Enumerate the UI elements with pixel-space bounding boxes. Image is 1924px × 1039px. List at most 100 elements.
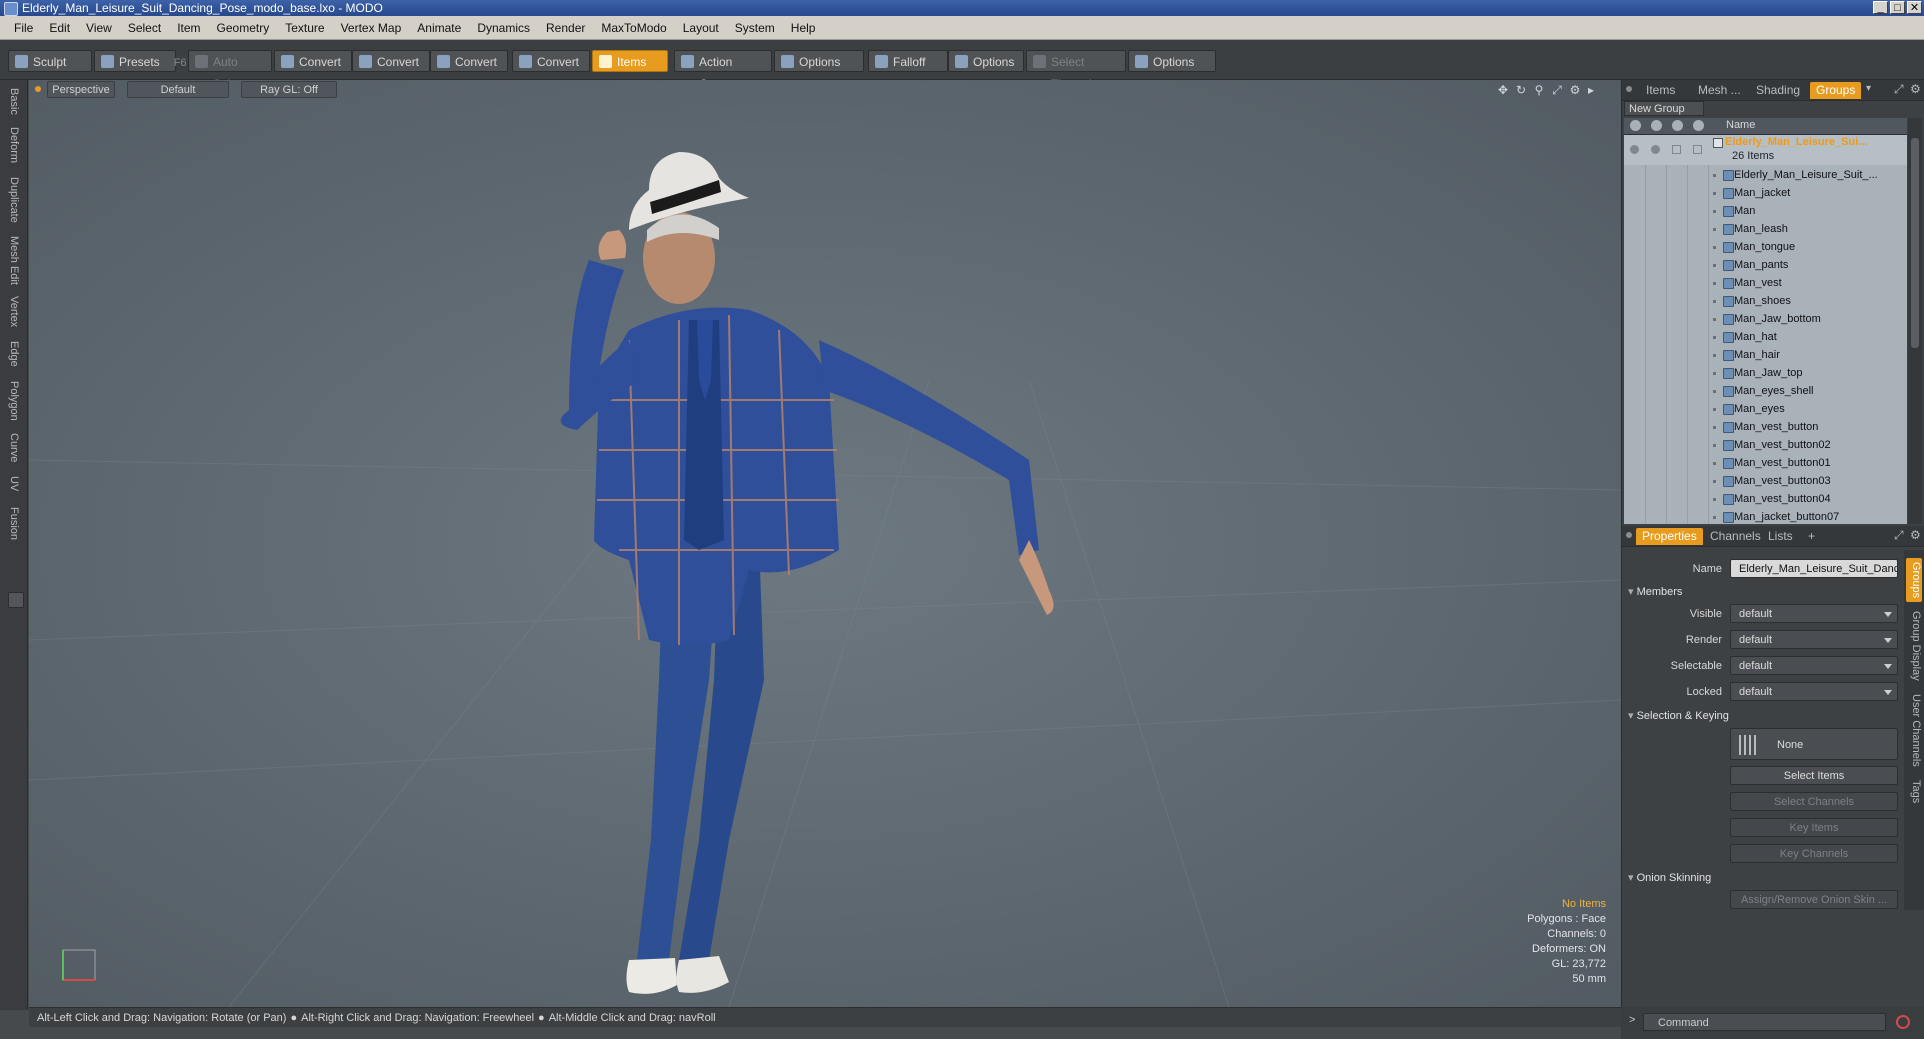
lock-column-icon[interactable] xyxy=(1672,120,1683,131)
tab-vertex[interactable]: Vertex xyxy=(4,292,24,332)
auto-select-button[interactable]: Auto Select xyxy=(188,50,272,91)
list-item[interactable]: Man_Jaw_bottom xyxy=(1624,310,1907,328)
list-item[interactable]: Man_vest_button03 xyxy=(1624,472,1907,490)
list-item[interactable]: Man_vest xyxy=(1624,274,1907,292)
visibility-column-icon[interactable] xyxy=(1630,120,1641,131)
side-tab-user-channels[interactable]: User Channels xyxy=(1906,692,1922,768)
panel-menu-dot[interactable] xyxy=(1626,532,1632,538)
sculpt-button[interactable]: Sculpt xyxy=(8,50,92,72)
tab-deform[interactable]: Deform xyxy=(4,124,24,166)
tab-curve[interactable]: Curve xyxy=(4,430,24,466)
tab-mesh[interactable]: Mesh ... xyxy=(1692,82,1747,99)
select-through-button[interactable]: Select Through xyxy=(1026,50,1126,91)
name-column-header[interactable]: Name xyxy=(1726,119,1755,131)
menu-help[interactable]: Help xyxy=(783,16,824,40)
panel-expand-icon[interactable]: ⤢ xyxy=(1894,528,1904,543)
scrollbar-thumb[interactable] xyxy=(1911,138,1919,348)
list-item[interactable]: Man_hair xyxy=(1624,346,1907,364)
list-item[interactable]: Man_eyes_shell xyxy=(1624,382,1907,400)
3d-viewport[interactable]: Perspective Default Ray GL: Off ✥ ↻ ⚲ ⤢ … xyxy=(29,80,1621,1007)
add-tab-button[interactable]: + xyxy=(1802,528,1821,545)
convert-button-1[interactable]: Convert xyxy=(274,50,352,72)
select-items-button[interactable]: Select Items xyxy=(1730,766,1898,785)
convert-button-2[interactable]: Convert xyxy=(352,50,430,72)
minimize-button[interactable]: _ xyxy=(1873,1,1888,14)
name-field[interactable]: Elderly_Man_Leisure_Suit_Dancir xyxy=(1730,559,1898,578)
falloff-button[interactable]: Falloff xyxy=(868,50,948,72)
action-center-options-button[interactable]: Options xyxy=(774,50,864,72)
convert-button-3[interactable]: Convert xyxy=(430,50,508,72)
menu-texture[interactable]: Texture xyxy=(277,16,332,40)
lock-toggle[interactable] xyxy=(1672,145,1681,154)
side-tab-group-display[interactable]: Group Display xyxy=(1906,608,1922,684)
list-item[interactable]: Man_vest_button01 xyxy=(1624,454,1907,472)
tab-groups[interactable]: Groups xyxy=(1810,82,1862,99)
menu-select[interactable]: Select xyxy=(120,16,169,40)
tabs-dropdown-icon[interactable]: ▾ xyxy=(1866,83,1871,94)
list-item[interactable]: Man xyxy=(1624,202,1907,220)
menu-render[interactable]: Render xyxy=(538,16,593,40)
select-channels-button[interactable]: Select Channels xyxy=(1730,792,1898,811)
selection-keying-section[interactable]: Selection & Keying xyxy=(1628,709,1729,722)
list-item[interactable]: Man_leash xyxy=(1624,220,1907,238)
tab-shading[interactable]: Shading xyxy=(1750,82,1806,99)
tab-duplicate[interactable]: Duplicate xyxy=(4,174,24,226)
selection-set-none-button[interactable]: None xyxy=(1730,728,1898,760)
locked-dropdown[interactable]: default xyxy=(1730,682,1898,701)
maximize-button[interactable]: □ xyxy=(1890,1,1905,14)
list-item[interactable]: Man_vest_button04 xyxy=(1624,490,1907,508)
groups-list-scrollbar[interactable] xyxy=(1908,118,1922,524)
groups-list[interactable]: Elderly_Man_Leisure_Sui... 26 Items Elde… xyxy=(1624,135,1907,524)
tab-items[interactable]: Items xyxy=(1640,82,1681,99)
panel-expand-icon[interactable]: ⤢ xyxy=(1894,82,1904,97)
render-column-icon[interactable] xyxy=(1651,120,1662,131)
panel-settings-icon[interactable]: ⚙ xyxy=(1910,82,1921,96)
selectable-dropdown[interactable]: default xyxy=(1730,656,1898,675)
side-tab-tags[interactable]: Tags xyxy=(1906,776,1922,808)
onion-skinning-section[interactable]: Onion Skinning xyxy=(1628,871,1712,884)
list-item[interactable]: Man_eyes xyxy=(1624,400,1907,418)
command-input[interactable]: Command xyxy=(1643,1013,1886,1031)
close-button[interactable]: ✕ xyxy=(1907,1,1922,14)
tab-edge[interactable]: Edge xyxy=(4,336,24,372)
menu-vertex-map[interactable]: Vertex Map xyxy=(333,16,410,40)
record-macro-icon[interactable] xyxy=(1896,1015,1910,1029)
tab-properties[interactable]: Properties xyxy=(1636,528,1703,545)
select-through-options-button[interactable]: Options xyxy=(1128,50,1216,72)
list-item[interactable]: Man_vest_button xyxy=(1624,418,1907,436)
menu-dynamics[interactable]: Dynamics xyxy=(469,16,538,40)
key-channels-button[interactable]: Key Channels xyxy=(1730,844,1898,863)
tab-polygon[interactable]: Polygon xyxy=(4,378,24,424)
key-items-button[interactable]: Key Items xyxy=(1730,818,1898,837)
visible-dropdown[interactable]: default xyxy=(1730,604,1898,623)
panel-menu-dot[interactable] xyxy=(1626,86,1632,92)
menu-maxtomodo[interactable]: MaxToModo xyxy=(593,16,674,40)
select-toggle[interactable] xyxy=(1693,145,1702,154)
tab-mesh-edit[interactable]: Mesh Edit xyxy=(4,232,24,288)
menu-layout[interactable]: Layout xyxy=(675,16,727,40)
list-item[interactable]: Man_vest_button02 xyxy=(1624,436,1907,454)
eye-icon[interactable] xyxy=(1630,145,1639,154)
list-item[interactable]: Man_Jaw_top xyxy=(1624,364,1907,382)
assign-onion-skin-button[interactable]: Assign/Remove Onion Skin ... xyxy=(1730,890,1898,909)
new-group-button[interactable]: New Group xyxy=(1624,101,1704,116)
menu-system[interactable]: System xyxy=(727,16,783,40)
list-item[interactable]: Man_jacket xyxy=(1624,184,1907,202)
menu-file[interactable]: File xyxy=(0,16,41,40)
falloff-options-button[interactable]: Options xyxy=(948,50,1024,72)
convert-button-4[interactable]: Convert xyxy=(512,50,590,72)
action-center-button[interactable]: Action Center xyxy=(674,50,772,91)
group-row-selected[interactable]: Elderly_Man_Leisure_Sui... 26 Items xyxy=(1624,135,1907,165)
tool-tabs-toggle[interactable] xyxy=(8,592,24,608)
tab-lists[interactable]: Lists xyxy=(1762,528,1799,545)
items-mode-button[interactable]: Items xyxy=(592,50,668,72)
tab-uv[interactable]: UV xyxy=(4,472,24,496)
menu-item[interactable]: Item xyxy=(169,16,208,40)
render-dropdown[interactable]: default xyxy=(1730,630,1898,649)
tab-fusion[interactable]: Fusion xyxy=(4,504,24,544)
list-item[interactable]: Man_jacket_button07 xyxy=(1624,508,1907,524)
menu-edit[interactable]: Edit xyxy=(41,16,78,40)
render-icon[interactable] xyxy=(1651,145,1660,154)
tab-basic[interactable]: Basic xyxy=(4,84,24,118)
members-section[interactable]: Members xyxy=(1628,585,1683,598)
